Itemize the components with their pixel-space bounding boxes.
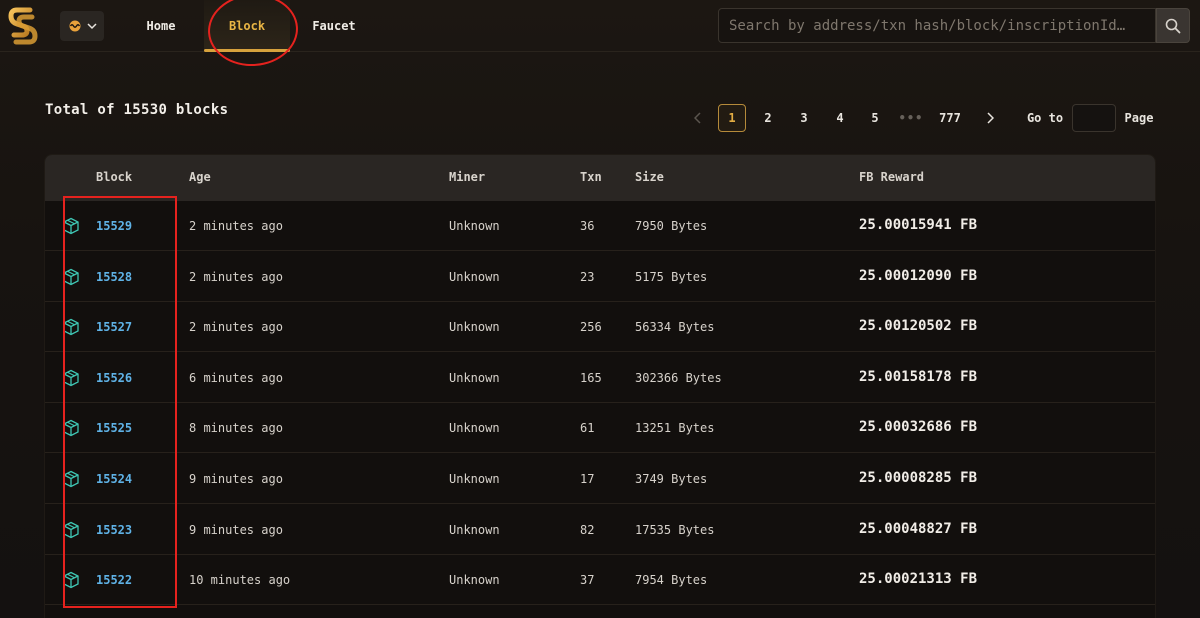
cube-icon bbox=[62, 369, 80, 387]
block-size: 17535 Bytes bbox=[635, 522, 715, 537]
search-button[interactable] bbox=[1156, 8, 1190, 43]
table-row: 15525 8 minutes ago Unknown 61 13251 Bytes 25… bbox=[45, 403, 1155, 454]
pagination-page-1[interactable]: 1 bbox=[718, 104, 746, 132]
block-age: 8 minutes ago bbox=[189, 421, 283, 436]
pagination-page-5[interactable]: 5 bbox=[861, 104, 889, 132]
page-title: Total of 15530 blocks bbox=[45, 102, 229, 118]
cube-icon bbox=[62, 217, 80, 235]
table-row: 15528 2 minutes ago Unknown 23 5175 Bytes 25.… bbox=[45, 252, 1155, 302]
logo-icon[interactable] bbox=[8, 6, 38, 46]
network-icon bbox=[69, 20, 81, 32]
chevron-left-icon bbox=[694, 112, 701, 124]
cube-icon bbox=[62, 470, 80, 488]
cube-icon bbox=[62, 268, 80, 286]
block-txn-count: 17 bbox=[580, 472, 595, 486]
table-row: 15529 2 minutes ago Unknown 36 7950 Bytes 25.… bbox=[45, 201, 1155, 251]
cube-icon bbox=[62, 521, 80, 539]
goto-page-input[interactable] bbox=[1072, 104, 1116, 132]
block-age: 2 minutes ago bbox=[189, 219, 283, 233]
block-miner: Unknown bbox=[449, 573, 500, 588]
block-fb-reward: 25.00021313 FB bbox=[859, 571, 978, 588]
block-miner: Unknown bbox=[449, 269, 500, 284]
block-fb-reward: 25.00032686 FB bbox=[859, 419, 978, 436]
column-header-fb-reward: FB Reward bbox=[859, 170, 925, 184]
table-row: 15523 9 minutes ago Unknown 82 17535 Bytes 25… bbox=[45, 505, 1155, 555]
block-number-link[interactable]: 15528 bbox=[96, 270, 132, 284]
block-size: 5175 Bytes bbox=[635, 269, 708, 284]
block-miner: Unknown bbox=[449, 472, 500, 486]
search-input[interactable] bbox=[718, 8, 1156, 43]
pagination-prev[interactable] bbox=[684, 104, 712, 132]
block-miner: Unknown bbox=[449, 522, 500, 537]
block-number-link[interactable]: 15523 bbox=[96, 523, 132, 537]
network-switcher[interactable] bbox=[60, 11, 104, 41]
pagination-page-2[interactable]: 2 bbox=[754, 104, 782, 132]
block-fb-reward: 25.00012090 FB bbox=[859, 267, 978, 284]
search-icon bbox=[1165, 18, 1181, 33]
table-row: 15524 9 minutes ago Unknown 17 3749 Bytes 25.… bbox=[45, 454, 1155, 504]
table-row: 15522 10 minutes ago Unknown 37 7954 Bytes 25… bbox=[45, 555, 1155, 606]
cube-icon bbox=[62, 419, 80, 437]
block-age: 9 minutes ago bbox=[189, 472, 283, 486]
block-fb-reward: 25.00015941 FB bbox=[859, 217, 978, 233]
table-row: 15526 6 minutes ago Unknown 165 302366 Bytes… bbox=[45, 353, 1155, 403]
column-header-block: Block bbox=[96, 170, 133, 184]
block-miner: Unknown bbox=[449, 421, 500, 436]
block-fb-reward: 25.00008285 FB bbox=[859, 470, 978, 486]
column-header-age: Age bbox=[189, 170, 211, 184]
page-label: Page bbox=[1124, 111, 1154, 125]
block-txn-count: 82 bbox=[580, 522, 595, 537]
block-txn-count: 165 bbox=[580, 370, 602, 385]
pagination-page-777[interactable]: 777 bbox=[932, 104, 968, 132]
block-number-link[interactable]: 15527 bbox=[96, 320, 132, 334]
column-header-size: Size bbox=[635, 170, 664, 184]
cube-icon bbox=[62, 571, 80, 589]
block-number-link[interactable]: 15522 bbox=[96, 573, 132, 587]
block-size: 302366 Bytes bbox=[635, 370, 722, 385]
nav-home[interactable]: Home bbox=[124, 0, 198, 52]
block-fb-reward: 25.00120502 FB bbox=[859, 318, 978, 335]
block-size: 7954 Bytes bbox=[635, 573, 708, 588]
block-size: 3749 Bytes bbox=[635, 472, 708, 486]
nav-faucet[interactable]: Faucet bbox=[298, 0, 370, 52]
top-nav-bar: Home Block Faucet bbox=[0, 0, 1200, 52]
table-header: Block Age Miner Txn Size FB Reward bbox=[45, 155, 1155, 201]
block-number-link[interactable]: 15529 bbox=[96, 219, 132, 233]
block-txn-count: 256 bbox=[580, 320, 602, 335]
block-number-link[interactable]: 15525 bbox=[96, 421, 132, 435]
column-header-txn: Txn bbox=[580, 170, 602, 184]
table-row: 15527 2 minutes ago Unknown 256 56334 Bytes 2… bbox=[45, 302, 1155, 353]
blocks-table: Block Age Miner Txn Size FB Reward 15529… bbox=[44, 154, 1156, 618]
pagination-next[interactable] bbox=[976, 104, 1004, 132]
cube-icon bbox=[62, 318, 80, 336]
block-txn-count: 23 bbox=[580, 269, 595, 284]
nav-block[interactable]: Block bbox=[204, 0, 290, 52]
block-txn-count: 36 bbox=[580, 219, 595, 233]
block-miner: Unknown bbox=[449, 320, 500, 335]
block-txn-count: 37 bbox=[580, 573, 595, 588]
block-size: 13251 Bytes bbox=[635, 421, 715, 436]
pagination-ellipsis[interactable]: ••• bbox=[897, 104, 925, 132]
block-fb-reward: 25.00158178 FB bbox=[859, 368, 978, 385]
block-size: 56334 Bytes bbox=[635, 320, 715, 335]
block-age: 2 minutes ago bbox=[189, 269, 283, 284]
block-size: 7950 Bytes bbox=[635, 219, 708, 233]
pagination-page-4[interactable]: 4 bbox=[826, 104, 854, 132]
block-number-link[interactable]: 15524 bbox=[96, 472, 132, 486]
pagination-page-3[interactable]: 3 bbox=[790, 104, 818, 132]
column-header-miner: Miner bbox=[449, 170, 486, 184]
block-number-link[interactable]: 15526 bbox=[96, 371, 132, 385]
chevron-down-icon bbox=[87, 23, 97, 30]
block-age: 6 minutes ago bbox=[189, 370, 283, 385]
chevron-right-icon bbox=[987, 112, 994, 124]
block-miner: Unknown bbox=[449, 219, 500, 233]
block-age: 9 minutes ago bbox=[189, 522, 283, 537]
block-age: 10 minutes ago bbox=[189, 573, 291, 588]
block-txn-count: 61 bbox=[580, 421, 595, 436]
block-age: 2 minutes ago bbox=[189, 320, 283, 335]
goto-label: Go to bbox=[1026, 111, 1064, 125]
block-fb-reward: 25.00048827 FB bbox=[859, 520, 978, 537]
block-miner: Unknown bbox=[449, 370, 500, 385]
